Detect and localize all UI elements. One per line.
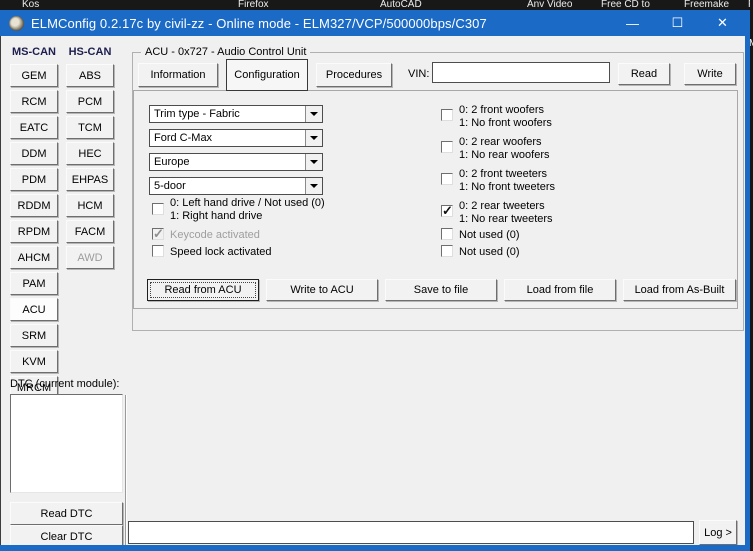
checkbox-front-tweeters-label: 0: 2 front tweeters 1: No front tweeters (459, 168, 555, 194)
sidebar-item-ehpas[interactable]: EHPAS (66, 168, 114, 191)
checkbox-rear-woofers[interactable] (441, 141, 453, 153)
region-select[interactable]: Europe (149, 153, 323, 171)
desktop-icon-label[interactable]: Firefox (238, 0, 269, 10)
ms-can-header: MS-CAN (10, 46, 58, 58)
desktop-icon-label[interactable]: Anv Video (527, 0, 572, 10)
checkbox-speed-lock[interactable] (152, 245, 164, 257)
maximize-icon[interactable]: ☐ (655, 10, 700, 36)
desktop-icon-label[interactable]: Free CD to (601, 0, 650, 10)
checkbox-rear-tweeters[interactable] (441, 205, 453, 217)
save-to-file-button[interactable]: Save to file (385, 279, 497, 301)
sidebar-item-gem[interactable]: GEM (10, 64, 58, 87)
minimize-icon[interactable]: — (610, 10, 655, 36)
window-title: ELMConfig 0.2.17c by civil-zz - Online m… (31, 16, 487, 31)
titlebar[interactable]: ELMConfig 0.2.17c by civil-zz - Online m… (0, 10, 750, 36)
checkbox-hand-drive-label: 0: Left hand drive / Not used (0) 1: Rig… (170, 197, 325, 223)
checkbox-keycode-label: Keycode activated (170, 229, 260, 242)
sidebar-item-rcm[interactable]: RCM (10, 90, 58, 113)
checkbox-rear-tweeters-label: 0: 2 rear tweeters 1: No rear tweeters (459, 200, 553, 226)
checkbox-not-used-1-label: Not used (0) (459, 229, 520, 242)
checkbox-not-used-1[interactable] (441, 228, 453, 240)
vin-label: VIN: (408, 68, 429, 80)
sidebar-item-ddm[interactable]: DDM (10, 142, 58, 165)
write-to-acu-button[interactable]: Write to ACU (266, 279, 378, 301)
sidebar-item-awd: AWD (66, 246, 114, 269)
divider (125, 395, 127, 545)
dtc-label: DTC (current module): (10, 378, 119, 390)
trim-type-select[interactable]: Trim type - Fabric (149, 105, 323, 123)
acu-groupbox-title: ACU - 0x727 - Audio Control Unit (141, 46, 310, 59)
read-dtc-button[interactable]: Read DTC (10, 502, 123, 525)
checkbox-front-tweeters[interactable] (441, 173, 453, 185)
sidebar-item-facm[interactable]: FACM (66, 220, 114, 243)
load-from-file-button[interactable]: Load from file (504, 279, 616, 301)
vehicle-model-value: Ford C-Max (150, 130, 305, 146)
dtc-listbox[interactable] (10, 394, 123, 493)
checkbox-not-used-2-label: Not used (0) (459, 246, 520, 259)
tab-procedures[interactable]: Procedures (316, 63, 392, 87)
sidebar-item-tcm[interactable]: TCM (66, 116, 114, 139)
chevron-down-icon[interactable] (305, 154, 322, 170)
checkbox-keycode-activated (152, 228, 164, 240)
sidebar-item-abs[interactable]: ABS (66, 64, 114, 87)
sidebar-item-hec[interactable]: HEC (66, 142, 114, 165)
checkbox-hand-drive[interactable] (152, 203, 164, 215)
ms-can-column: GEM RCM EATC DDM PDM RDDM RPDM AHCM PAM … (10, 64, 58, 399)
sidebar-item-kvm[interactable]: KVM (10, 350, 58, 373)
sidebar-item-acu[interactable]: ACU (10, 298, 58, 321)
tab-information[interactable]: Information (138, 63, 218, 87)
sidebar-item-srm[interactable]: SRM (10, 324, 58, 347)
sidebar-item-pcm[interactable]: PCM (66, 90, 114, 113)
sidebar-item-hcm[interactable]: HCM (66, 194, 114, 217)
sidebar-item-pdm[interactable]: PDM (10, 168, 58, 191)
sidebar-item-rpdm[interactable]: RPDM (10, 220, 58, 243)
sidebar-item-rddm[interactable]: RDDM (10, 194, 58, 217)
window-border-bottom (0, 545, 750, 551)
tab-configuration[interactable]: Configuration (226, 59, 308, 91)
vehicle-model-select[interactable]: Ford C-Max (149, 129, 323, 147)
chevron-down-icon[interactable] (305, 178, 322, 194)
app-icon (9, 16, 24, 31)
sidebar-item-ahcm[interactable]: AHCM (10, 246, 58, 269)
sidebar-item-pam[interactable]: PAM (10, 272, 58, 295)
hs-can-header: HS-CAN (66, 46, 114, 58)
desktop-icon-label[interactable]: Kos (22, 0, 39, 10)
checkbox-front-woofers-label: 0: 2 front woofers 1: No front woofers (459, 104, 552, 130)
body-style-value: 5-door (150, 178, 305, 194)
body-style-select[interactable]: 5-door (149, 177, 323, 195)
load-from-as-built-button[interactable]: Load from As-Built (623, 279, 736, 301)
desktop-icon-label[interactable]: AutoCAD (380, 0, 422, 10)
chevron-down-icon[interactable] (305, 130, 322, 146)
hs-can-column: ABS PCM TCM HEC EHPAS HCM FACM AWD (66, 64, 114, 269)
log-button[interactable]: Log > (699, 520, 737, 545)
vin-input[interactable] (432, 62, 610, 83)
checkbox-front-woofers[interactable] (441, 109, 453, 121)
close-icon[interactable]: ✕ (700, 10, 745, 36)
checkbox-not-used-2[interactable] (441, 245, 453, 257)
desktop-icon-label[interactable]: Freemake (684, 0, 729, 10)
screen: Kos Firefox AutoCAD Anv Video Free CD to… (0, 0, 753, 551)
trim-type-value: Trim type - Fabric (150, 106, 305, 122)
checkbox-speed-lock-label: Speed lock activated (170, 246, 272, 259)
checkbox-rear-woofers-label: 0: 2 rear woofers 1: No rear woofers (459, 136, 549, 162)
vin-read-button[interactable]: Read (618, 63, 670, 85)
region-value: Europe (150, 154, 305, 170)
vin-write-button[interactable]: Write (684, 63, 736, 85)
read-from-acu-button[interactable]: Read from ACU (147, 279, 259, 301)
chevron-down-icon[interactable] (305, 106, 322, 122)
log-input[interactable] (128, 521, 694, 544)
sidebar-item-eatc[interactable]: EATC (10, 116, 58, 139)
